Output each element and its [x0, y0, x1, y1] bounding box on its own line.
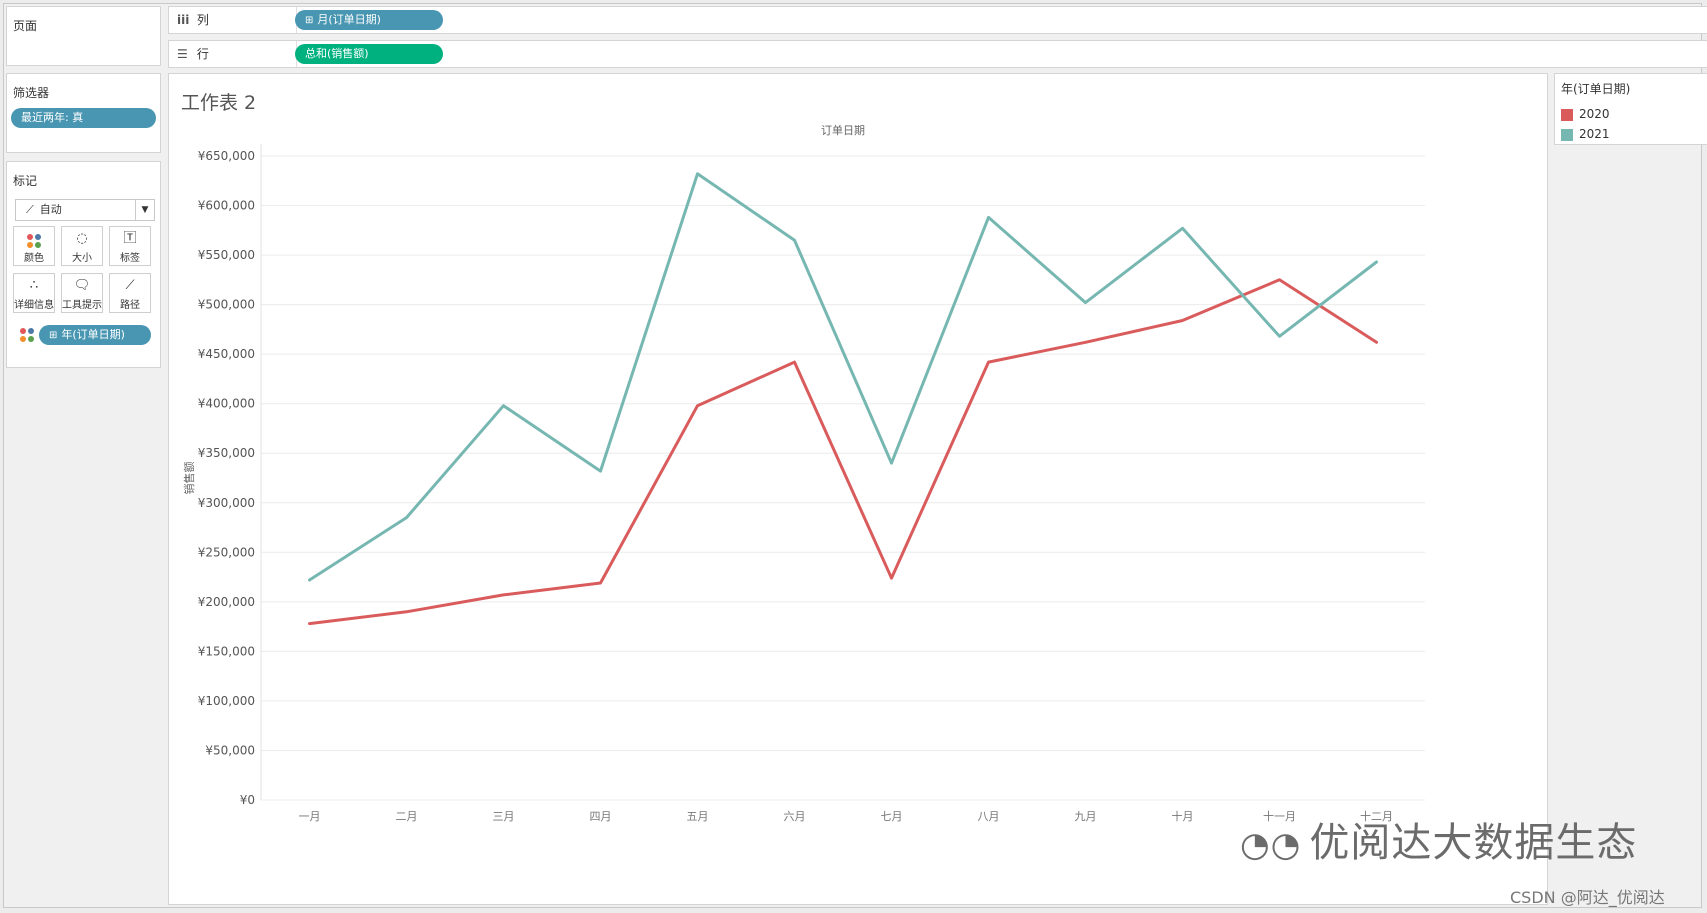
- pages-title: 页面: [13, 19, 38, 33]
- columns-label: iii 列: [169, 7, 297, 33]
- color-dots-icon: [14, 227, 54, 249]
- legend-swatch-2021: [1561, 128, 1573, 141]
- text-label-icon: 🅃: [123, 231, 137, 246]
- path-button[interactable]: ⟋ 路径: [109, 273, 151, 313]
- rows-label: ☰ 行: [169, 41, 297, 67]
- series-line-2020: [308, 278, 1378, 626]
- columns-label-text: 列: [196, 13, 209, 27]
- series-line-2021: [308, 172, 1378, 582]
- y-tick-label: ¥200,000: [198, 595, 255, 609]
- x-tick-label: 三月: [493, 810, 515, 823]
- rows-icon: ☰: [177, 47, 188, 61]
- x-tick-label: 五月: [687, 810, 709, 823]
- worksheet-view[interactable]: 工作表 2 订单日期 销售额 ¥0 ¥50,000 ¥100,000 ¥150,000 ¥2…: [168, 73, 1548, 905]
- y-tick-label: ¥350,000: [198, 446, 255, 460]
- rows-label-text: 行: [196, 47, 209, 61]
- x-tick-label: 六月: [784, 810, 806, 823]
- y-tick-label: ¥0: [240, 793, 255, 807]
- y-tick-label: ¥600,000: [198, 199, 255, 213]
- label-button[interactable]: 🅃 标签: [109, 226, 151, 266]
- legend-item-2021[interactable]: 2021: [1561, 126, 1610, 142]
- marks-title: 标记: [13, 174, 38, 188]
- x-tick-label: 七月: [881, 810, 903, 823]
- y-axis-label: 销售额: [182, 462, 196, 495]
- marks-panel[interactable]: 标记 ⟋ 自动 ▼ 颜色 ◌ 大小 🅃 标签 ∴ 详细信息 🗨 工具提示 ⟋ 路径: [6, 161, 161, 368]
- y-tick-label: ¥250,000: [198, 545, 255, 559]
- y-tick-label: ¥550,000: [198, 248, 255, 262]
- color-pill-year[interactable]: ⊞ 年(订单日期): [39, 325, 151, 345]
- line-chart[interactable]: 订单日期销售额 ¥0 ¥50,000 ¥100,000 ¥150,000 ¥200,000…: [169, 74, 1547, 904]
- line-mark-icon: ⟋: [26, 203, 34, 216]
- y-tick-label: ¥450,000: [198, 347, 255, 361]
- tooltip-icon: 🗨: [73, 278, 91, 293]
- y-tick-label: ¥50,000: [205, 743, 255, 757]
- columns-pill-month[interactable]: ⊞ 月(订单日期): [295, 10, 443, 30]
- y-tick-label: ¥100,000: [198, 694, 255, 708]
- y-tick-label: ¥400,000: [198, 397, 255, 411]
- legend-panel[interactable]: 年(订单日期) 2020 2021: [1554, 73, 1707, 145]
- x-tick-label: 九月: [1075, 810, 1097, 823]
- y-tick-label: ¥650,000: [198, 149, 255, 163]
- tableau-window: 页面 iii 列 ⊞ 月(订单日期) ☰ 行 总和(销售额) 筛选器 最近两年: …: [3, 3, 1707, 908]
- x-tick-label: 四月: [590, 810, 612, 823]
- chart-title: 订单日期: [821, 124, 865, 137]
- tooltip-button[interactable]: 🗨 工具提示: [61, 273, 103, 313]
- size-button[interactable]: ◌ 大小: [61, 226, 103, 266]
- expand-icon: ⊞: [305, 15, 314, 26]
- y-tick-label: ¥300,000: [198, 496, 255, 510]
- filters-title: 筛选器: [13, 86, 50, 100]
- filter-pill-last-two-years[interactable]: 最近两年: 真: [11, 108, 156, 128]
- columns-shelf[interactable]: iii 列 ⊞ 月(订单日期): [168, 6, 1707, 34]
- legend-swatch-2020: [1561, 108, 1573, 121]
- y-tick-label: ¥150,000: [198, 644, 255, 658]
- x-tick-label: 一月: [299, 810, 321, 823]
- x-tick-label: 二月: [396, 810, 418, 823]
- legend-item-2020[interactable]: 2020: [1561, 106, 1610, 122]
- color-marks-icon: [19, 327, 35, 347]
- color-button[interactable]: 颜色: [13, 226, 55, 266]
- rows-shelf[interactable]: ☰ 行 总和(销售额): [168, 40, 1707, 68]
- y-tick-label: ¥500,000: [198, 298, 255, 312]
- expand-icon: ⊞: [49, 330, 58, 341]
- x-tick-label: 八月: [978, 810, 1000, 823]
- columns-icon: iii: [177, 13, 190, 27]
- legend-title: 年(订单日期): [1561, 82, 1631, 96]
- filters-panel[interactable]: 筛选器 最近两年: 真: [6, 73, 161, 153]
- csdn-credit: CSDN @阿达_优阅达: [1510, 888, 1665, 907]
- size-icon: ◌: [76, 231, 88, 246]
- path-icon: ⟋: [125, 278, 135, 293]
- pages-panel[interactable]: 页面: [6, 6, 161, 66]
- chevron-down-icon: ▼: [135, 200, 154, 220]
- mark-type-dropdown[interactable]: ⟋ 自动 ▼: [15, 199, 155, 221]
- wechat-icon: ◔◔: [1240, 825, 1302, 865]
- x-tick-label: 十月: [1172, 809, 1194, 823]
- detail-dots-icon: ∴: [29, 278, 39, 293]
- watermark-text: ◔◔ 优阅达大数据生态: [1240, 820, 1638, 866]
- rows-pill-sales[interactable]: 总和(销售额): [295, 44, 443, 64]
- detail-button[interactable]: ∴ 详细信息: [13, 273, 55, 313]
